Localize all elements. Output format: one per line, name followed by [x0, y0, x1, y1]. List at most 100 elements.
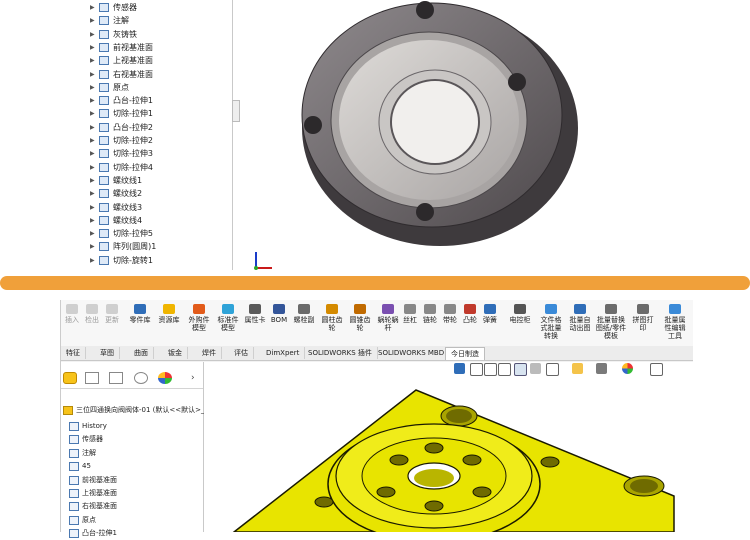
feature-tree-item-label: 原点 [82, 515, 96, 524]
feature-tree-item-label: 切除-拉伸3 [113, 149, 153, 159]
monitor-icon[interactable] [650, 363, 663, 376]
ribbon-button[interactable]: 凸轮 [461, 304, 479, 324]
feature-tree-item-label: 45 [82, 462, 91, 471]
edit-appearance-icon[interactable] [572, 363, 583, 374]
expand-arrow-icon[interactable]: ▶ [90, 240, 95, 253]
tab-4[interactable]: 钣金 [163, 347, 188, 359]
tab-1[interactable]: 特征 [61, 347, 86, 359]
expand-arrow-icon[interactable]: ▶ [90, 41, 95, 54]
display-manager-tab-icon[interactable] [158, 372, 172, 384]
tab-5[interactable]: 焊件 [197, 347, 222, 359]
ribbon-button[interactable]: 圆柱齿 轮 [319, 304, 345, 332]
ribbon-button[interactable]: 零件库 [127, 304, 153, 324]
expand-arrow-icon[interactable]: ▶ [90, 14, 95, 27]
plane-icon [99, 56, 109, 66]
feature-tree-item-label: 注解 [113, 16, 129, 26]
boss-extrude-icon [99, 122, 109, 132]
expand-arrow-icon[interactable]: ▶ [90, 54, 95, 67]
configuration-tab-icon[interactable] [109, 372, 123, 384]
ribbon-button-label: 圆锥齿 轮 [349, 316, 371, 332]
ribbon-button[interactable]: 外购件 模型 [185, 304, 213, 332]
zoom-to-fit-icon[interactable] [470, 363, 483, 376]
ribbon-button[interactable]: 资源库 [155, 304, 183, 324]
thread-icon [99, 175, 109, 185]
plane-icon [99, 42, 109, 52]
tab-7[interactable]: DimXpert [261, 347, 306, 359]
expand-arrow-icon[interactable]: ▶ [90, 147, 95, 160]
expand-arrow-icon[interactable]: ▶ [90, 227, 95, 240]
expand-arrow-icon[interactable]: ▶ [90, 121, 95, 134]
ribbon-button[interactable]: 属性卡 [243, 304, 267, 324]
ribbon-button[interactable]: 文件格 式批量 转换 [537, 304, 565, 340]
tab-10[interactable]: 今日制造 [445, 347, 485, 360]
ribbon-button-icon [514, 304, 526, 314]
plane-icon [69, 489, 79, 498]
section-view-icon[interactable] [514, 363, 527, 376]
ribbon-button[interactable]: 链轮 [421, 304, 439, 324]
feature-tree-item-label: 右视基准面 [113, 69, 153, 79]
zoom-area-icon[interactable] [484, 363, 497, 376]
expand-arrow-icon[interactable]: ▶ [90, 1, 95, 14]
tab-2[interactable]: 草图 [95, 347, 120, 359]
ribbon-button-label: 属性卡 [244, 316, 266, 324]
annotation-icon [99, 16, 109, 26]
ribbon-button[interactable]: 批量属 性编辑 工具 [659, 304, 691, 340]
ribbon-button-icon [545, 304, 557, 314]
graphics-viewport[interactable] [204, 362, 693, 532]
expand-arrow-icon[interactable]: ▶ [90, 107, 95, 120]
view-orientation-icon[interactable] [454, 363, 465, 374]
valve-body-part-model[interactable] [204, 376, 693, 532]
ribbon-button-label: 拼图打 印 [632, 316, 654, 332]
feature-tree-item-label: 切除-拉伸4 [113, 162, 153, 172]
tab-3[interactable]: 曲面 [129, 347, 154, 359]
ribbon-button-icon [605, 304, 617, 314]
expand-arrow-icon[interactable]: ▶ [90, 28, 95, 41]
dimxpert-tab-icon[interactable] [134, 372, 148, 384]
ribbon-button[interactable]: BOM [269, 304, 289, 324]
expand-arrow-icon[interactable]: ▶ [90, 134, 95, 147]
expand-arrow-icon[interactable]: ▶ [90, 201, 95, 214]
expand-arrow-icon[interactable]: ▶ [90, 254, 95, 267]
expand-arrow-icon[interactable]: ▶ [90, 68, 95, 81]
ribbon-button[interactable]: 圆锥齿 轮 [347, 304, 373, 332]
ribbon-button-label: 带轮 [443, 316, 457, 324]
display-style-icon[interactable] [530, 363, 541, 374]
tab-9[interactable]: SOLIDWORKS MBD [373, 347, 451, 359]
expand-arrow-icon[interactable]: ▶ [90, 214, 95, 227]
tab-8[interactable]: SOLIDWORKS 插件 [303, 347, 378, 359]
view-settings-icon[interactable] [622, 363, 633, 374]
cut-revolve-icon [99, 255, 109, 265]
boss-extrude-icon [69, 529, 79, 539]
ribbon-button-icon [163, 304, 175, 314]
origin-icon [69, 515, 79, 525]
previous-view-icon[interactable] [498, 363, 511, 376]
ribbon-button[interactable]: 螺栓副 [291, 304, 317, 324]
flange-part-model[interactable] [285, 0, 585, 250]
ribbon-button[interactable]: 蜗轮蜗 杆 [375, 304, 401, 332]
ribbon-button[interactable]: 弹簧 [481, 304, 499, 324]
expand-arrow-icon[interactable]: ▶ [90, 94, 95, 107]
feature-tree-item-label: 螺纹线4 [113, 215, 143, 225]
property-manager-tab-icon[interactable] [85, 372, 99, 384]
feature-tree-tab-icon[interactable] [63, 372, 77, 384]
expand-arrow-icon[interactable]: ▶ [90, 187, 95, 200]
ribbon-button-icon [464, 304, 476, 314]
ribbon-button[interactable]: 带轮 [441, 304, 459, 324]
ribbon-button[interactable]: 批量自 动出图 [567, 304, 593, 332]
ribbon-button[interactable]: 电控柜 [507, 304, 533, 324]
apply-scene-icon[interactable] [596, 363, 607, 374]
hide-show-icon[interactable] [546, 363, 559, 376]
ribbon-button[interactable]: 标准件 模型 [215, 304, 241, 332]
panel-expand-icon[interactable]: › [191, 373, 195, 383]
feature-tree-item-label: 螺纹线2 [113, 189, 143, 199]
ribbon-button-icon [382, 304, 394, 314]
expand-arrow-icon[interactable]: ▶ [90, 161, 95, 174]
ribbon-button[interactable]: 批量替换 图纸/零件 模板 [595, 304, 627, 340]
panel-splitter[interactable] [232, 100, 240, 122]
expand-arrow-icon[interactable]: ▶ [90, 81, 95, 94]
tab-6[interactable]: 评估 [229, 347, 254, 359]
ribbon-button[interactable]: 拼图打 印 [629, 304, 657, 332]
ribbon-button[interactable]: 丝杠 [401, 304, 419, 324]
expand-arrow-icon[interactable]: ▶ [90, 174, 95, 187]
feature-tree-item-label: 右视基准面 [82, 502, 117, 511]
